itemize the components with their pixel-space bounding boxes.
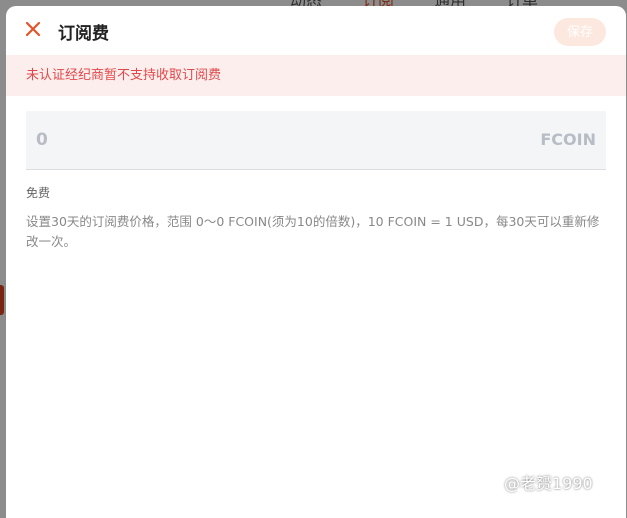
unverified-alert: 未认证经纪商暂不支持收取订阅费 bbox=[6, 55, 626, 96]
free-label: 免费 bbox=[26, 186, 51, 200]
fee-unit-label: FCOIN bbox=[540, 130, 596, 149]
fee-input[interactable] bbox=[36, 111, 436, 169]
modal-header: 订阅费 保存 bbox=[6, 6, 626, 56]
fee-field: FCOIN bbox=[26, 111, 606, 170]
save-button[interactable]: 保存 bbox=[554, 18, 606, 46]
fee-description: 设置30天的订阅费价格，范围 0～0 FCOIN(须为10的倍数)，10 FCO… bbox=[26, 214, 600, 249]
subscription-fee-modal: 订阅费 保存 未认证经纪商暂不支持收取订阅费 FCOIN 免费 设置30天的订阅… bbox=[6, 6, 626, 518]
close-icon bbox=[25, 21, 41, 37]
close-button[interactable] bbox=[22, 18, 44, 40]
modal-title: 订阅费 bbox=[58, 24, 109, 44]
watermark: @老赟1990 bbox=[504, 474, 593, 493]
